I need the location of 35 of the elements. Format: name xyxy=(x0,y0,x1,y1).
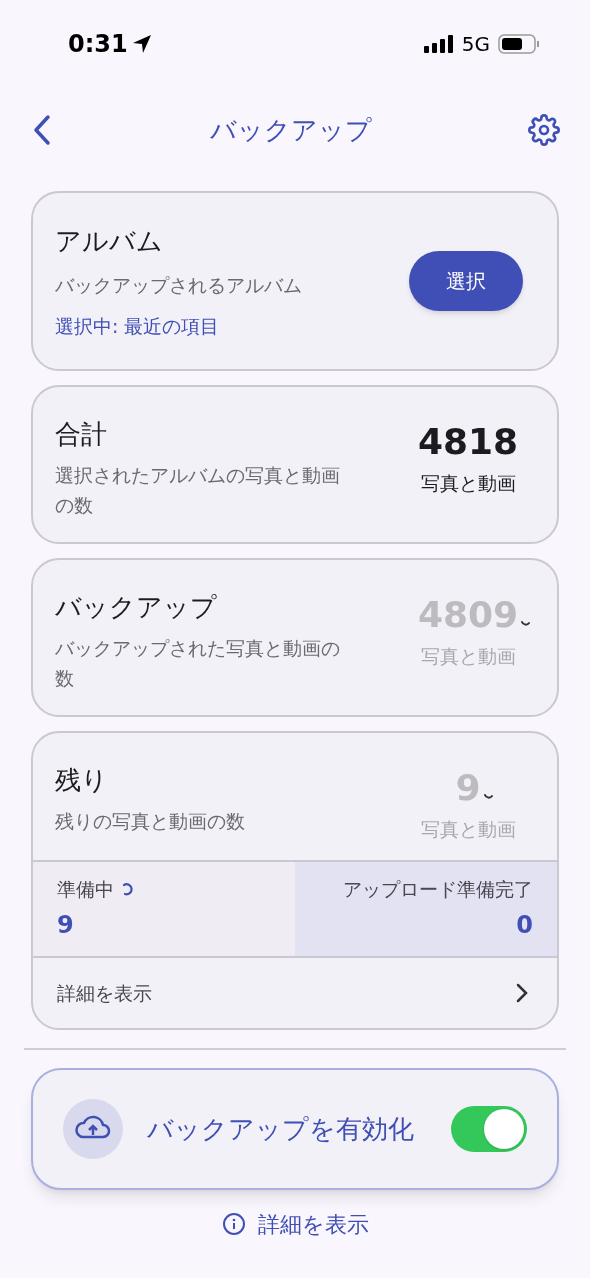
spinner-icon xyxy=(122,881,134,897)
status-time: 0:31 xyxy=(68,29,128,60)
network-label: 5G xyxy=(461,31,490,58)
count-unit: 写真と動画 xyxy=(420,817,516,842)
battery-icon xyxy=(498,34,540,54)
queue-label: アップロード準備完了 xyxy=(343,876,533,902)
selected-album-label: 選択中: 最近の項目 xyxy=(55,313,221,339)
cloud-upload-icon xyxy=(63,1099,123,1159)
card-subtitle: 選択されたアルバムの写真と動画の数 xyxy=(55,463,341,518)
count-value: 4809 xyxy=(417,594,519,635)
footer-link[interactable]: 詳細を表示 xyxy=(257,1207,369,1241)
chevron-icon xyxy=(515,982,529,1004)
card-title: アルバム xyxy=(55,225,164,258)
details-row[interactable]: 詳細を表示 xyxy=(33,958,557,1028)
count-value: 4818 xyxy=(417,421,519,462)
card-title: バックアップ xyxy=(55,591,218,624)
select-button[interactable]: 選択 xyxy=(409,251,523,311)
count-unit: 写真と動画 xyxy=(420,471,516,496)
card-title: 合計 xyxy=(55,418,108,451)
info-icon xyxy=(221,1212,246,1236)
signal-icon xyxy=(423,35,454,53)
page-title: バックアップ xyxy=(210,113,372,147)
enable-backup-label: バックアップを有効化 xyxy=(147,1112,415,1146)
count-unit: 写真と動画 xyxy=(420,644,516,669)
backup-toggle[interactable] xyxy=(451,1106,527,1152)
queue-label: 準備中 xyxy=(57,876,114,902)
settings-icon[interactable] xyxy=(528,114,560,146)
count-value: 9 xyxy=(455,767,481,808)
queue-count: 0 xyxy=(516,910,533,942)
card-subtitle: バックアップされた写真と動画の数 xyxy=(55,636,341,691)
card-title: 残り xyxy=(55,764,109,797)
location-arrow-icon xyxy=(131,34,152,54)
card-subtitle: 残りの写真と動画の数 xyxy=(55,809,246,834)
card-subtitle: バックアップされるアルバム xyxy=(55,273,302,298)
queue-count: 9 xyxy=(57,910,74,942)
